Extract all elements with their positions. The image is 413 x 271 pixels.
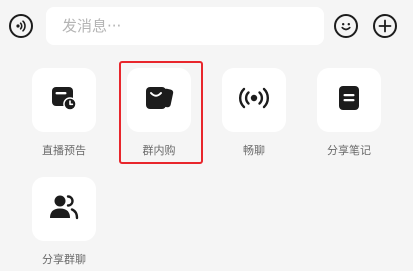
note-icon bbox=[336, 84, 362, 116]
tile[interactable] bbox=[32, 68, 96, 132]
tile[interactable] bbox=[127, 68, 191, 132]
chat-extension-panel: 直播预告 群内购 bbox=[0, 0, 413, 271]
shopping-bag-icon bbox=[143, 83, 175, 117]
panel-item-label: 分享群聊 bbox=[42, 253, 86, 266]
group-users-icon bbox=[48, 193, 80, 225]
tile[interactable] bbox=[317, 68, 381, 132]
panel-item-live-preview[interactable]: 直播预告 bbox=[32, 68, 96, 157]
plus-icon[interactable] bbox=[373, 14, 397, 38]
panel-item-chat[interactable]: 畅聊 bbox=[222, 68, 286, 157]
panel-item-group-shopping[interactable]: 群内购 bbox=[127, 68, 191, 157]
panel-item-label: 群内购 bbox=[142, 144, 176, 157]
live-calendar-clock-icon bbox=[49, 83, 79, 117]
message-input[interactable] bbox=[46, 7, 324, 45]
tile[interactable] bbox=[222, 68, 286, 132]
panel-item-label: 畅聊 bbox=[243, 144, 265, 157]
smiley-icon[interactable] bbox=[334, 14, 358, 38]
voice-wave-icon[interactable] bbox=[9, 14, 33, 38]
broadcast-signal-icon bbox=[237, 86, 271, 114]
panel-item-label: 直播预告 bbox=[42, 144, 86, 157]
panel-item-share-group[interactable]: 分享群聊 bbox=[32, 177, 96, 266]
panel-item-share-note[interactable]: 分享笔记 bbox=[317, 68, 381, 157]
panel-item-label: 分享笔记 bbox=[327, 144, 371, 157]
message-input-bar bbox=[0, 0, 413, 52]
tile[interactable] bbox=[32, 177, 96, 241]
